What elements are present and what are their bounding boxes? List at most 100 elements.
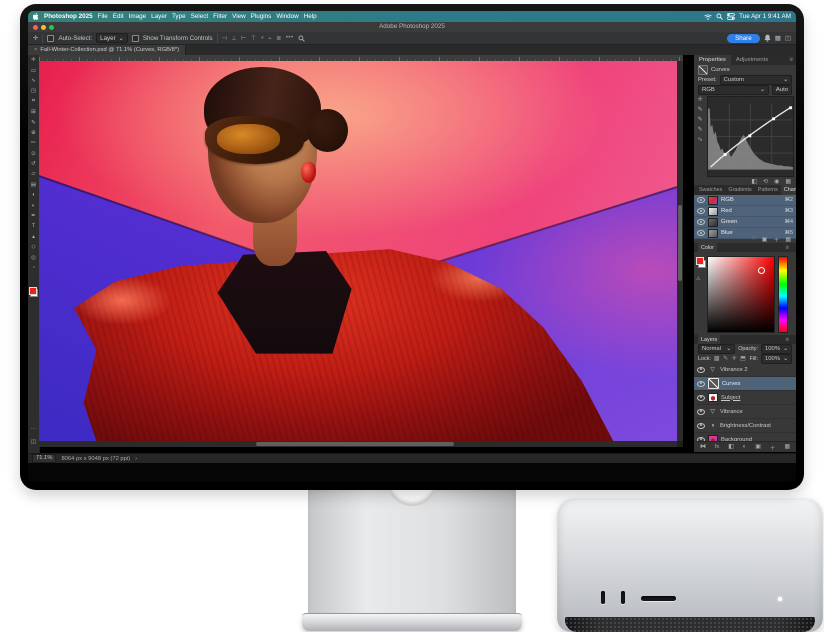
close-document-icon[interactable]: × [34,47,37,53]
menu-item-view[interactable]: View [232,13,246,20]
load-selection-icon[interactable]: ◌ [752,236,756,242]
spotlight-search-icon[interactable] [716,13,723,20]
menu-item-type[interactable]: Type [172,13,186,20]
lock-transparency-icon[interactable]: ▩ [714,355,720,362]
align-top-icon[interactable]: ⊤ [251,35,257,42]
opacity-dropdown[interactable]: 100%⌄ [761,344,792,354]
fill-dropdown[interactable]: 100%⌄ [761,354,792,364]
zoom-tool-icon[interactable]: ◔ [28,263,39,273]
show-transform-checkbox[interactable] [132,35,139,42]
more-options-icon[interactable]: ••• [286,35,294,41]
eye-icon[interactable] [697,367,705,373]
pen-tool-icon[interactable]: ✒ [28,211,39,221]
options-search-icon[interactable] [298,35,305,42]
menu-item-file[interactable]: File [98,13,108,20]
share-button[interactable]: Share [727,34,760,43]
menu-item-plugins[interactable]: Plugins [251,13,272,20]
align-left-icon[interactable]: ⊣ [222,35,228,42]
tab-swatches[interactable]: Swatches [696,185,725,195]
menu-item-edit[interactable]: Edit [113,13,124,20]
scrollbar-thumb[interactable] [256,442,454,446]
layer-row-vibrance-2[interactable]: ▽ Vibrance 2 [694,363,796,377]
auto-select-dropdown[interactable]: Layer⌄ [96,33,128,43]
gray-point-eyedropper-icon[interactable]: ✎ [698,117,703,123]
clone-stamp-tool-icon[interactable]: ⊙ [28,149,39,159]
channel-dropdown[interactable]: RGB⌄ [698,85,769,95]
eye-icon[interactable] [697,395,705,401]
delete-channel-icon[interactable]: ▦ [785,236,791,243]
layer-effects-icon[interactable]: fx [715,444,720,450]
document-tab[interactable]: × Fall-Winter-Collection.psd @ 71.1% (Cu… [28,45,186,55]
menu-item-window[interactable]: Window [276,13,298,20]
clip-to-layer-icon[interactable]: ◧ [751,178,757,185]
brush-tool-icon[interactable]: ✏ [28,138,39,148]
align-right-icon[interactable]: ⊢ [241,35,247,42]
channel-row-green[interactable]: Green ⌘4 [694,217,796,228]
lock-all-icon[interactable]: ⬒ [740,355,746,362]
foreground-background-swatches[interactable] [29,287,38,297]
eyedropper-tool-icon[interactable]: ✎ [28,117,39,127]
hand-tool-icon[interactable]: ◎ [28,252,39,262]
link-layers-icon[interactable]: ⧓ [700,444,706,450]
auto-button[interactable]: Auto [772,85,792,95]
align-bottom-icon[interactable]: ⊥ [231,35,237,42]
path-select-tool-icon[interactable]: ▴ [28,232,39,242]
menu-clock[interactable]: Tue Apr 1 9:41 AM [739,13,791,20]
menu-item-help[interactable]: Help [304,13,317,20]
menu-item-select[interactable]: Select [191,13,209,20]
apple-menu-icon[interactable] [33,13,39,20]
panel-menu-icon[interactable]: ≡ [786,335,792,345]
tab-channels[interactable]: Channels [781,185,796,195]
screen-mode-icon[interactable]: ◫ [28,437,39,447]
type-tool-icon[interactable]: T [28,221,39,231]
eraser-tool-icon[interactable]: ▱ [28,169,39,179]
new-adjustment-layer-icon[interactable]: ◐ [743,444,747,450]
workspace-grid-icon[interactable]: ▦ [775,34,781,42]
new-group-icon[interactable]: ▣ [755,444,760,450]
object-selection-tool-icon[interactable]: ◳ [28,86,39,96]
eye-icon[interactable] [697,197,705,203]
targeted-adjust-icon[interactable]: ✛ [698,97,703,103]
tab-patterns[interactable]: Patterns [755,185,781,195]
menu-app-name[interactable]: Photoshop 2025 [44,13,93,20]
curves-graph[interactable] [707,96,794,177]
channel-row-rgb[interactable]: RGB ⌘2 [694,195,796,206]
history-brush-tool-icon[interactable]: ↺ [28,159,39,169]
channel-row-red[interactable]: Red ⌘3 [694,206,796,217]
zoom-level-field[interactable]: 71.1% [32,454,56,463]
eye-icon[interactable] [697,409,705,415]
frame-tool-icon[interactable]: ⊞ [28,107,39,117]
menu-item-layer[interactable]: Layer [151,13,167,20]
notifications-bell-icon[interactable] [764,34,771,42]
save-selection-icon[interactable]: ▣ [762,236,768,243]
control-center-icon[interactable] [727,13,735,20]
blur-tool-icon[interactable]: ◖ [28,190,39,200]
foreground-color-swatch[interactable] [29,287,37,295]
preset-dropdown[interactable]: Custom⌄ [720,75,792,85]
color-picker-marker[interactable] [758,267,765,274]
edit-toolbar-icon[interactable]: ⋯ [28,425,39,435]
crop-tool-icon[interactable]: ⌗ [28,97,39,107]
add-mask-icon[interactable]: ◧ [728,444,733,450]
canvas-vertical-scrollbar[interactable] [677,61,683,441]
wifi-icon[interactable] [704,14,712,20]
eye-icon[interactable] [697,219,705,225]
lock-pixels-icon[interactable]: ✎ [723,355,729,362]
foreground-color-swatch[interactable] [696,257,704,265]
lasso-tool-icon[interactable]: ∿ [28,76,39,86]
layer-row-subject[interactable]: Subject [694,391,796,405]
panel-menu-icon[interactable]: ≡ [786,243,792,253]
delete-layer-icon[interactable]: ▦ [785,444,790,450]
scrollbar-thumb[interactable] [678,205,682,281]
panel-menu-icon[interactable]: ≡ [790,55,796,65]
document-canvas[interactable] [39,61,677,441]
white-point-eyedropper-icon[interactable]: ✎ [698,127,703,133]
color-panel-swatches[interactable] [696,257,706,268]
tab-gradients[interactable]: Gradients [725,185,754,195]
distribute-v-icon[interactable]: ⫠ [268,35,272,42]
delete-adjustment-icon[interactable]: ▦ [785,178,791,185]
layer-row-curves[interactable]: Curves [694,377,796,391]
reset-adjustment-icon[interactable]: ⟲ [763,178,768,185]
workspace-switcher-icon[interactable]: ◫ [785,34,791,42]
new-layer-icon[interactable]: ＋ [770,443,776,452]
